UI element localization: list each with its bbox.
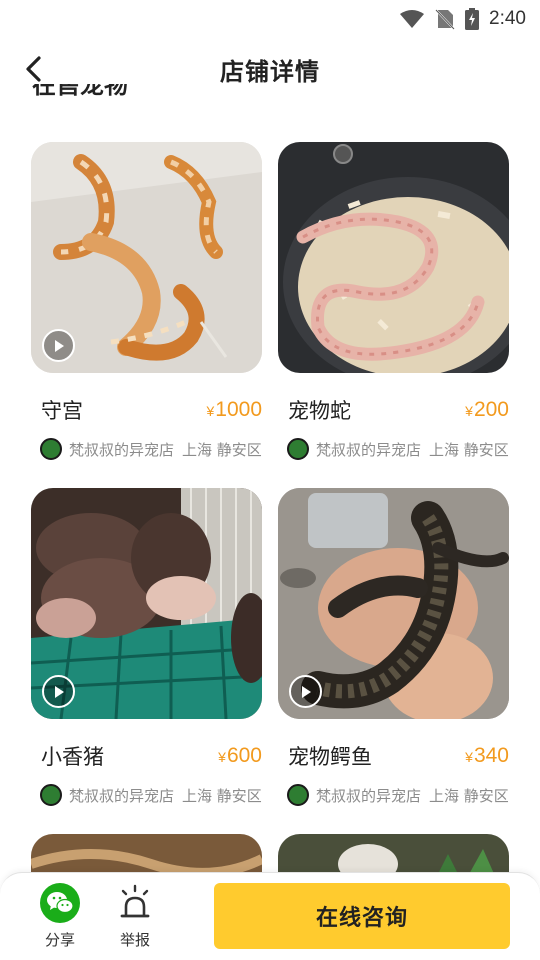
- product-card[interactable]: 宠物蛇 ¥200 梵叔叔的异宠店 上海 静安区: [278, 142, 509, 461]
- product-card[interactable]: 守宫 ¥1000 梵叔叔的异宠店 上海 静安区: [31, 142, 262, 461]
- product-image[interactable]: [278, 488, 509, 719]
- shop-avatar: [40, 784, 62, 806]
- video-play-icon[interactable]: [42, 675, 75, 708]
- product-image[interactable]: [278, 142, 509, 373]
- shop-location: 上海 静安区: [182, 786, 262, 805]
- video-play-icon[interactable]: [42, 329, 75, 362]
- product-name: 宠物鳄鱼: [288, 745, 372, 769]
- report-label: 举报: [119, 931, 150, 949]
- share-button[interactable]: 分享: [30, 883, 90, 950]
- wifi-icon: [400, 10, 425, 28]
- shop-location: 上海 静安区: [429, 786, 509, 805]
- bottom-action-bar: 分享 举报 在线咨询: [0, 872, 540, 960]
- product-card[interactable]: 宠物鳄鱼 ¥340 梵叔叔的异宠店 上海 静安区: [278, 488, 509, 807]
- product-image[interactable]: [31, 488, 262, 719]
- share-label: 分享: [44, 931, 75, 949]
- product-price: ¥600: [218, 744, 262, 767]
- shop-avatar: [40, 438, 62, 460]
- chevron-left-icon: [26, 56, 41, 82]
- battery-charging-icon: [465, 8, 480, 30]
- page-title: 店铺详情: [220, 57, 320, 86]
- no-sim-icon: [435, 9, 455, 30]
- shop-avatar: [287, 784, 309, 806]
- product-price: ¥1000: [206, 398, 262, 421]
- shop-location: 上海 静安区: [429, 440, 509, 459]
- product-name: 守宫: [41, 399, 83, 423]
- shop-location: 上海 静安区: [182, 440, 262, 459]
- report-button[interactable]: 举报: [105, 883, 165, 950]
- product-price: ¥200: [465, 398, 509, 421]
- product-price: ¥340: [465, 744, 509, 767]
- video-play-icon[interactable]: [289, 675, 322, 708]
- product-name: 宠物蛇: [288, 399, 351, 423]
- status-bar: 2:40: [0, 0, 540, 38]
- shop-name: 梵叔叔的异宠店: [316, 440, 422, 459]
- wechat-icon: [40, 883, 80, 923]
- online-consult-button[interactable]: 在线咨询: [214, 883, 510, 949]
- product-image[interactable]: [31, 142, 262, 373]
- shop-name: 梵叔叔的异宠店: [69, 440, 175, 459]
- product-name: 小香猪: [41, 745, 104, 769]
- snake-photo: [278, 142, 509, 373]
- shop-name: 梵叔叔的异宠店: [316, 786, 422, 805]
- section-title: 在售宠物: [32, 84, 128, 99]
- shop-name: 梵叔叔的异宠店: [69, 786, 175, 805]
- status-time: 2:40: [489, 8, 526, 29]
- shop-avatar: [287, 438, 309, 460]
- alarm-icon: [120, 884, 150, 918]
- product-card[interactable]: 小香猪 ¥600 梵叔叔的异宠店 上海 静安区: [31, 488, 262, 807]
- back-button[interactable]: [16, 52, 50, 86]
